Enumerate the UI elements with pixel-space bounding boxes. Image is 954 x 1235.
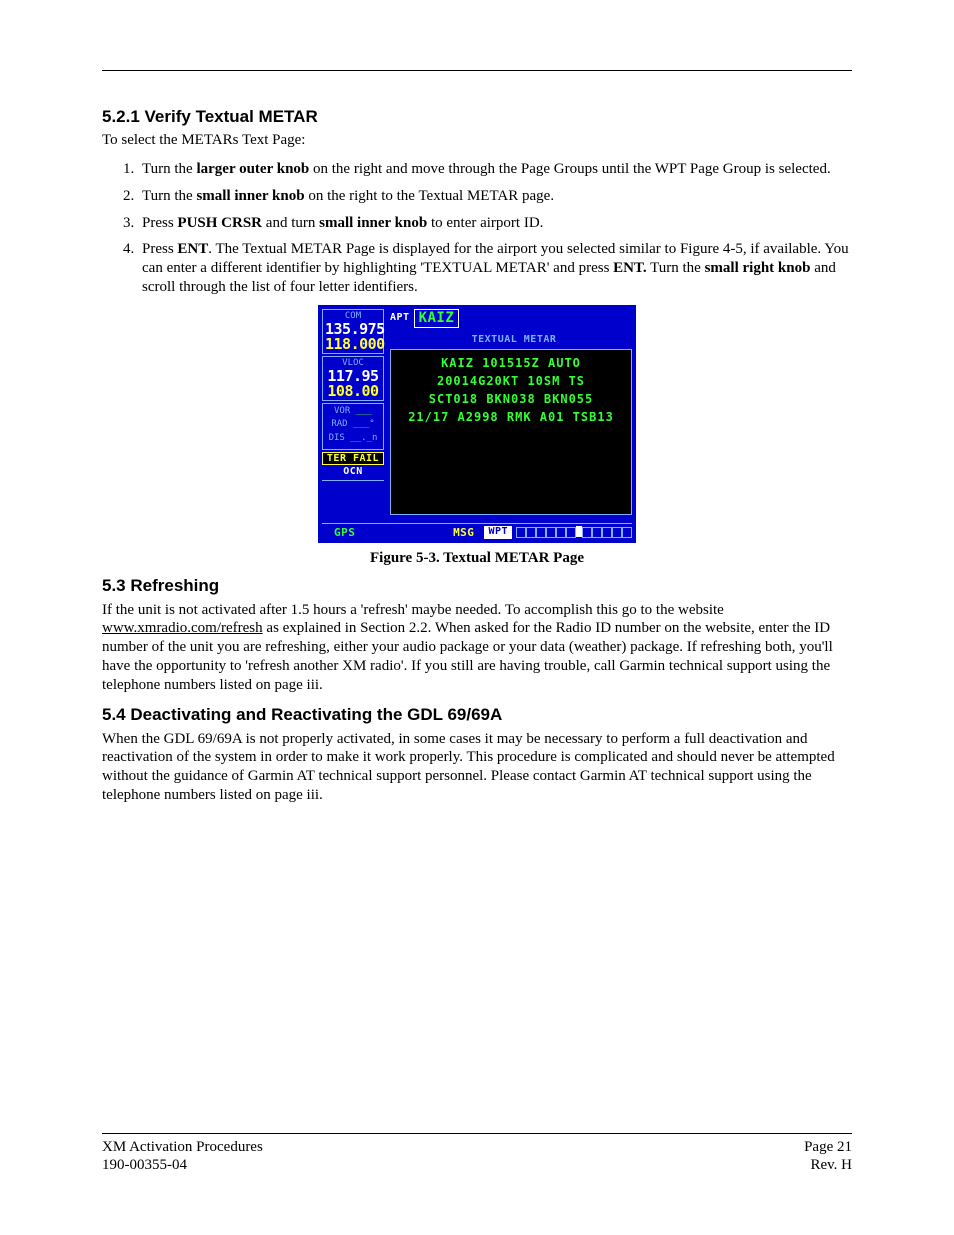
nav-status-box: VOR ___ RAD ___° DIS __._n bbox=[322, 403, 384, 450]
avionics-main: APT KAIZ TEXTUAL METAR KAIZ 101515Z AUTO… bbox=[390, 309, 632, 521]
step-4: Press ENT. The Textual METAR Page is dis… bbox=[138, 240, 852, 296]
apt-label: APT bbox=[390, 312, 410, 325]
metar-line: 20014G20KT 10SM TS bbox=[397, 372, 625, 390]
com-standby: 118.000 bbox=[325, 337, 381, 352]
figure-5-3: COM 135.975 118.000 VLOC 117.95 108.00 V… bbox=[102, 305, 852, 543]
metar-line: KAIZ 101515Z AUTO bbox=[397, 354, 625, 372]
page-footer: XM Activation Procedures Page 21 190-003… bbox=[102, 1133, 852, 1176]
wpt-label: WPT bbox=[484, 526, 512, 539]
avionics-status-bar: GPS MSG WPT bbox=[322, 523, 632, 540]
metar-line: 21/17 A2998 RMK A01 TSB13 bbox=[397, 408, 625, 426]
body-54: When the GDL 69/69A is not properly acti… bbox=[102, 730, 852, 805]
ter-fail: TER FAIL bbox=[322, 452, 384, 465]
vloc-box: VLOC 117.95 108.00 bbox=[322, 356, 384, 401]
footer-title: XM Activation Procedures bbox=[102, 1138, 263, 1157]
step-3: Press PUSH CRSR and turn small inner kno… bbox=[138, 214, 852, 233]
com-box: COM 135.975 118.000 bbox=[322, 309, 384, 354]
body-53: If the unit is not activated after 1.5 h… bbox=[102, 601, 852, 695]
step-1: Turn the larger outer knob on the right … bbox=[138, 160, 852, 179]
heading-54: 5.4 Deactivating and Reactivating the GD… bbox=[102, 704, 852, 725]
metar-text-panel: KAIZ 101515Z AUTO 20014G20KT 10SM TS SCT… bbox=[390, 349, 632, 515]
msg-label: MSG bbox=[453, 526, 474, 540]
footer-docnum: 190-00355-04 bbox=[102, 1156, 187, 1175]
heading-521: 5.2.1 Verify Textual METAR bbox=[102, 106, 852, 127]
footer-rev: Rev. H bbox=[810, 1156, 852, 1175]
intro-521: To select the METARs Text Page: bbox=[102, 131, 852, 150]
page-group-boxes bbox=[516, 527, 632, 538]
step-2: Turn the small inner knob on the right t… bbox=[138, 187, 852, 206]
avionics-screen: COM 135.975 118.000 VLOC 117.95 108.00 V… bbox=[318, 305, 636, 543]
gps-label: GPS bbox=[334, 526, 355, 540]
avionics-sidebar: COM 135.975 118.000 VLOC 117.95 108.00 V… bbox=[322, 309, 384, 488]
figure-caption: Figure 5-3. Textual METAR Page bbox=[102, 549, 852, 568]
heading-53: 5.3 Refreshing bbox=[102, 575, 852, 596]
header-rule bbox=[102, 70, 852, 71]
footer-page: Page 21 bbox=[804, 1138, 852, 1157]
vloc-standby: 108.00 bbox=[325, 384, 381, 399]
apt-id: KAIZ bbox=[414, 309, 460, 329]
steps-521: Turn the larger outer knob on the right … bbox=[102, 160, 852, 297]
refresh-link: www.xmradio.com/refresh bbox=[102, 620, 263, 636]
textual-metar-label: TEXTUAL METAR bbox=[396, 334, 632, 347]
ocn: OCN bbox=[322, 466, 384, 479]
metar-line: SCT018 BKN038 BKN055 bbox=[397, 390, 625, 408]
